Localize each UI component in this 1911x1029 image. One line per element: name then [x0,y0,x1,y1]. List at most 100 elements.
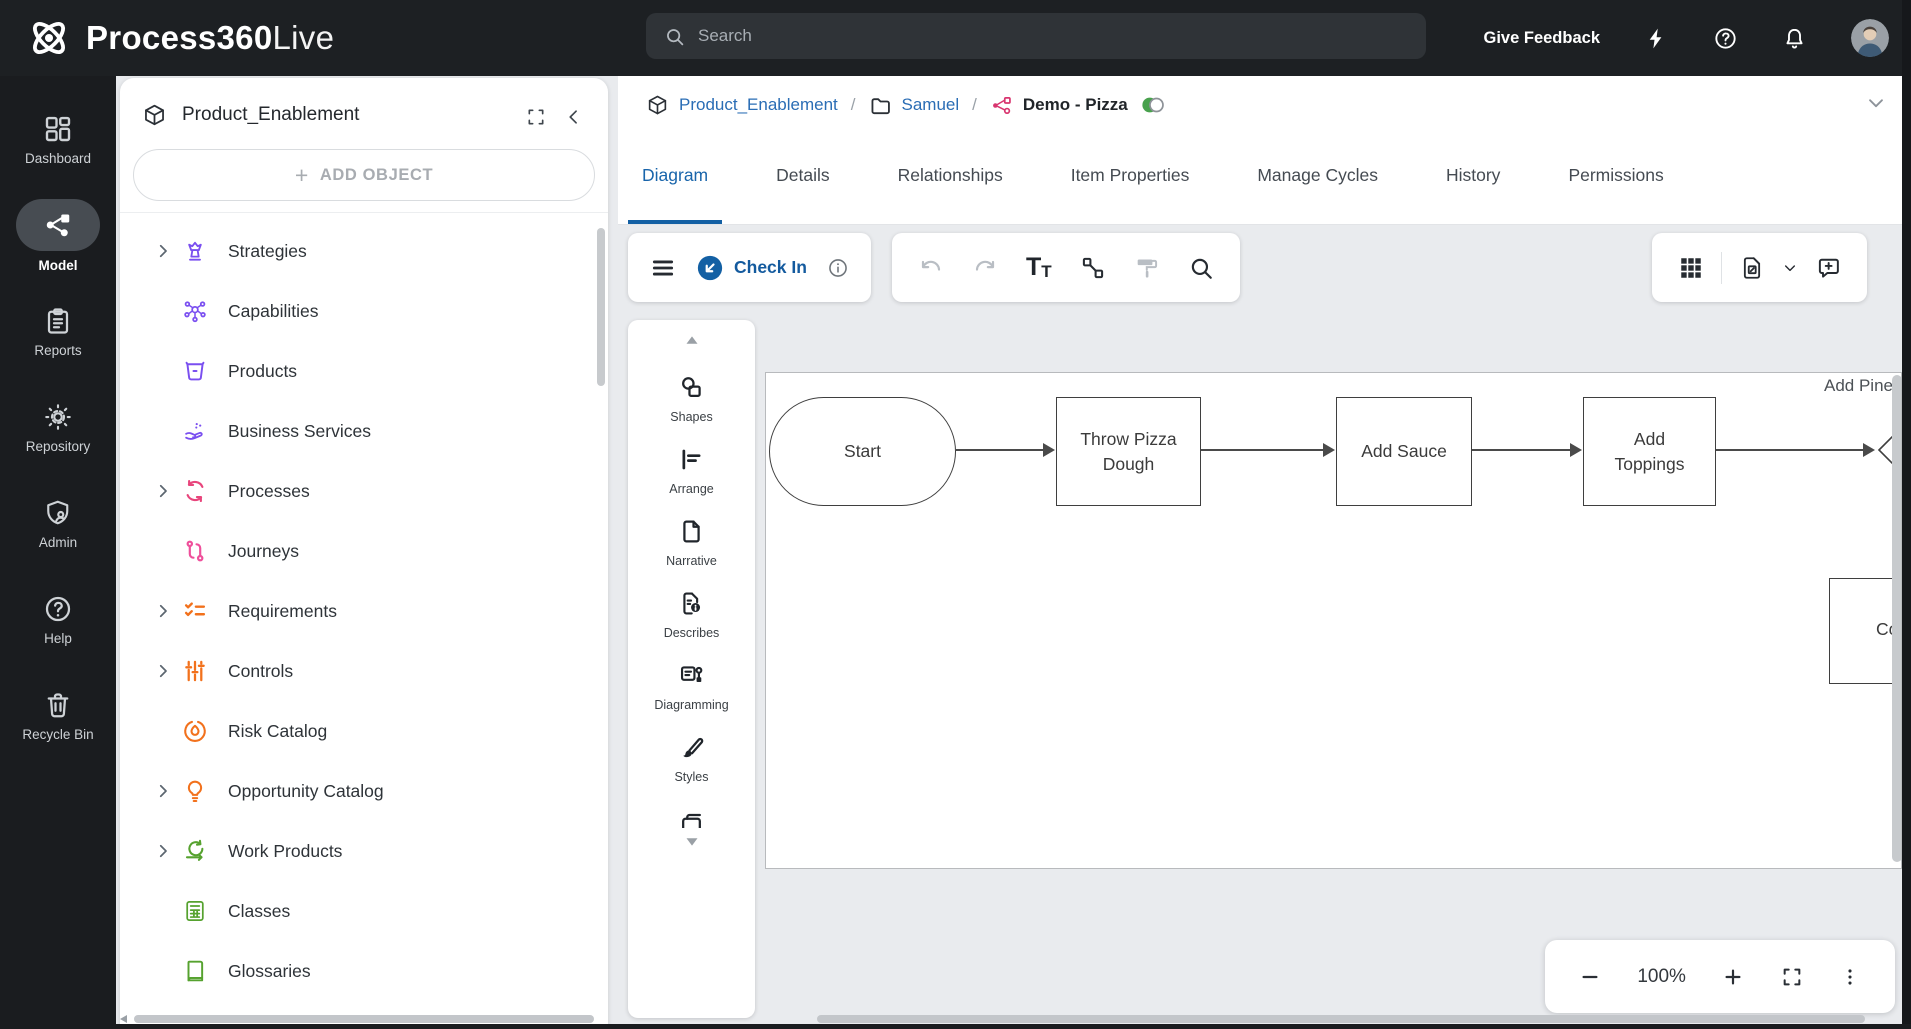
app-title: Process360Live [86,19,334,57]
tree-item-label: Work Products [228,841,342,862]
grid-apps-icon[interactable] [1678,255,1704,281]
classes-icon [182,898,208,924]
tree-item-business-services[interactable]: Business Services [120,401,608,461]
tree-item-requirements[interactable]: Requirements [120,581,608,641]
text-style-icon[interactable]: TT [1026,255,1052,280]
menu-hamburger-icon[interactable] [650,255,676,281]
collapse-panel-icon[interactable] [564,107,584,127]
add-object-button[interactable]: + ADD OBJECT [133,149,595,201]
palette-item-diagramming[interactable]: Diagramming [654,662,728,712]
breadcrumb-item-samuel[interactable]: Samuel [869,94,960,117]
tree-item-classes[interactable]: Classes [120,881,608,941]
format-painter-icon[interactable] [1134,255,1160,281]
tab-permissions[interactable]: Permissions [1554,130,1677,224]
add-comment-icon[interactable] [1815,255,1841,281]
sidebar-item-label: Dashboard [25,151,91,166]
more-options-icon[interactable] [1839,966,1861,988]
connector-icon[interactable] [1080,255,1106,281]
scrollbar-left-arrow-icon[interactable] [120,1015,127,1023]
sidebar-item-admin[interactable]: Admin [0,476,116,572]
zoom-out-icon[interactable] [1579,966,1601,988]
chevron-right-icon[interactable] [154,482,172,500]
tab-relationships[interactable]: Relationships [884,130,1017,224]
check-in-button[interactable]: Check In [696,254,807,282]
tree-horizontal-scrollbar[interactable] [134,1015,594,1023]
tab-manage-cycles[interactable]: Manage Cycles [1243,130,1392,224]
breadcrumb-label[interactable]: Product_Enablement [679,95,838,115]
tree-item-journeys[interactable]: Journeys [120,521,608,581]
chevron-right-icon[interactable] [154,842,172,860]
export-chevron-down-icon[interactable] [1782,260,1798,276]
node-throw-pizza-dough[interactable]: Throw Pizza Dough [1056,397,1201,506]
breadcrumb-label[interactable]: Samuel [902,95,960,115]
chevron-right-icon[interactable] [154,662,172,680]
chevron-right-icon[interactable] [154,602,172,620]
flow-arrow[interactable] [956,449,1043,451]
header-chevron-down-icon[interactable] [1865,92,1887,114]
sidebar-item-repository[interactable]: Repository [0,380,116,476]
flow-arrow[interactable] [1472,449,1570,451]
app-logo[interactable]: Process360Live [26,15,334,61]
frames-icon[interactable] [678,808,705,828]
give-feedback-button[interactable]: Give Feedback [1484,29,1600,48]
palette-item-narrative[interactable]: Narrative [666,518,717,568]
info-icon[interactable] [827,257,849,279]
palette-scroll-up-icon[interactable] [681,330,703,352]
breadcrumb-separator: / [972,95,977,115]
palette-item-describes[interactable]: Describes [664,590,720,640]
opportunity-catalog-icon [182,778,208,804]
tree-item-processes[interactable]: Processes [120,461,608,521]
sidebar-item-help[interactable]: Help [0,572,116,668]
tree-item-label: Strategies [228,241,307,262]
right-edge-scrollbar[interactable] [1902,0,1911,1029]
tree-item-products[interactable]: Products [120,341,608,401]
palette-item-arrange[interactable]: Arrange [669,446,713,496]
palette-item-shapes[interactable]: Shapes [670,374,712,424]
node-start[interactable]: Start [769,397,956,506]
sidebar-item-reports[interactable]: Reports [0,284,116,380]
flow-arrow[interactable] [1201,449,1323,451]
chevron-right-icon[interactable] [154,782,172,800]
tree-item-risk-catalog[interactable]: Risk Catalog [120,701,608,761]
palette-item-label: Diagramming [654,698,728,712]
flow-arrow[interactable] [1716,449,1863,451]
zoom-in-icon[interactable] [1722,966,1744,988]
canvas-vertical-scrollbar[interactable] [1892,375,1902,862]
main-horizontal-scrollbar[interactable] [817,1015,1865,1023]
undo-icon[interactable] [918,255,944,281]
tree-item-glossaries[interactable]: Glossaries [120,941,608,1001]
export-document-icon[interactable] [1739,255,1765,281]
tab-item-properties[interactable]: Item Properties [1057,130,1204,224]
tab-details[interactable]: Details [762,130,844,224]
fit-screen-icon[interactable] [1781,966,1803,988]
redo-icon[interactable] [972,255,998,281]
tree-item-capabilities[interactable]: Capabilities [120,281,608,341]
palette-item-styles[interactable]: Styles [674,734,708,784]
sidebar-item-model[interactable]: Model [0,188,116,284]
help-icon[interactable] [1713,26,1738,51]
palette-scroll-down-icon[interactable] [681,830,703,852]
tab-diagram[interactable]: Diagram [628,130,722,224]
sidebar-item-recycle-bin[interactable]: Recycle Bin [0,668,116,764]
tree-item-controls[interactable]: Controls [120,641,608,701]
node-add-toppings[interactable]: Add Toppings [1583,397,1716,506]
node-add-sauce[interactable]: Add Sauce [1336,397,1472,506]
quick-actions-icon[interactable] [1644,26,1669,51]
global-search-input[interactable]: Search [646,13,1426,59]
diagram-search-icon[interactable] [1188,255,1214,281]
tab-history[interactable]: History [1432,130,1514,224]
user-avatar[interactable] [1851,19,1889,57]
diagram-canvas[interactable]: Start Throw Pizza Dough Add Sauce Add To… [765,372,1902,869]
chevron-right-icon[interactable] [154,242,172,260]
tree-item-opportunity-catalog[interactable]: Opportunity Catalog [120,761,608,821]
breadcrumb-item-product-enablement[interactable]: Product_Enablement [646,94,838,117]
expand-panel-icon[interactable] [526,107,546,127]
sidebar-item-dashboard[interactable]: Dashboard [0,92,116,188]
tree-item-work-products[interactable]: Work Products [120,821,608,881]
tree-item-label: Risk Catalog [228,721,327,742]
tree-item-strategies[interactable]: Strategies [120,221,608,281]
status-toggle-icon[interactable] [1140,92,1166,118]
notifications-icon[interactable] [1782,26,1807,51]
tree-vertical-scrollbar[interactable] [597,228,605,386]
capabilities-icon [182,298,208,324]
